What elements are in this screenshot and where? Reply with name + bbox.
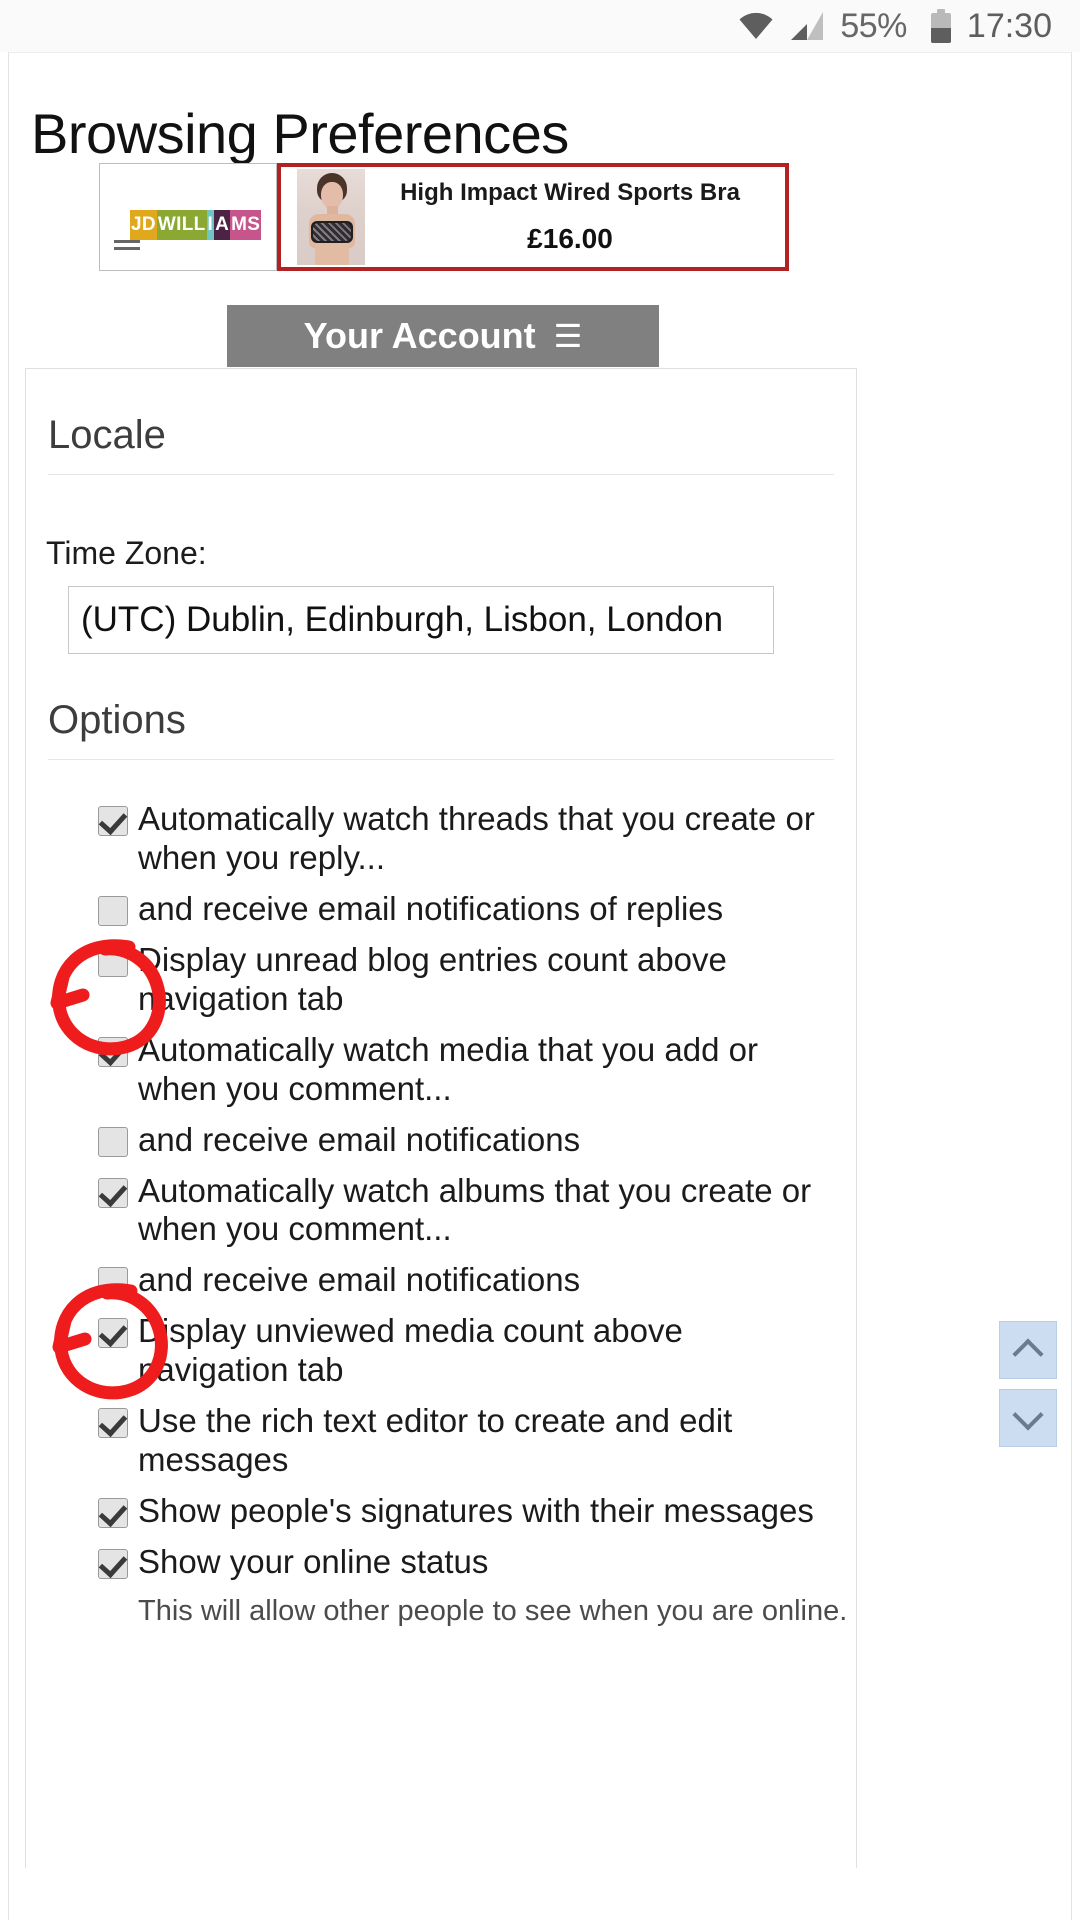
scroll-up-button[interactable] (999, 1321, 1057, 1379)
logo-segment: WILL (156, 210, 207, 240)
ad-product-title: High Impact Wired Sports Bra (400, 179, 740, 206)
option-row[interactable]: Automatically watch media that you add o… (26, 1031, 856, 1109)
option-label: Automatically watch media that you add o… (138, 1030, 758, 1107)
ad-product-panel[interactable]: High Impact Wired Sports Bra £16.00 (277, 163, 789, 271)
logo-segment: JD (130, 210, 157, 240)
your-account-button[interactable]: Your Account ☰ (227, 305, 659, 367)
timezone-select[interactable]: (UTC) Dublin, Edinburgh, Lisbon, London (68, 586, 774, 654)
jdwilliams-logo: JD WILL I A MS (130, 210, 262, 240)
option-row[interactable]: Show your online status (26, 1543, 856, 1582)
signal-icon (790, 11, 824, 41)
battery-icon (923, 9, 951, 43)
option-row[interactable]: Automatically watch albums that you crea… (26, 1172, 856, 1250)
your-account-label: Your Account (303, 315, 536, 356)
logo-segment: MS (230, 210, 262, 240)
option-label: Show your online status (138, 1543, 489, 1580)
ad-brand-panel[interactable]: JD WILL I A MS (99, 163, 277, 271)
option-label: Show people's signatures with their mess… (138, 1492, 814, 1530)
section-heading-options: Options (48, 698, 186, 742)
screen: 55% 17:30 Browsing Preferences JD WILL I… (0, 0, 1080, 1920)
wifi-icon (738, 12, 774, 40)
option-row[interactable]: and receive email notifications (26, 1261, 856, 1300)
option-label: Use the rich text editor to create and e… (138, 1402, 733, 1479)
option-row[interactable]: Display unread blog entries count above … (26, 941, 856, 1019)
menu-icon[interactable]: ☰ (554, 317, 583, 355)
scroll-down-button[interactable] (999, 1389, 1057, 1447)
option-description: This will allow other people to see when… (138, 1594, 848, 1627)
option-checkbox[interactable] (98, 1408, 128, 1439)
option-checkbox[interactable] (98, 1549, 128, 1579)
option-checkbox[interactable] (98, 806, 128, 836)
option-label: Automatically watch albums that you crea… (138, 1171, 812, 1248)
hamburger-icon[interactable] (114, 240, 140, 256)
option-label: and receive email notifications of repli… (138, 889, 724, 927)
advertisement-banner[interactable]: JD WILL I A MS High Impact Wired Sports … (99, 163, 789, 271)
section-heading-locale: Locale (48, 413, 166, 457)
option-label: Display unviewed media count above navig… (138, 1312, 683, 1389)
chevron-down-icon (1012, 1398, 1044, 1431)
battery-percent-label: 55% (840, 6, 907, 45)
option-row[interactable]: Show people's signatures with their mess… (26, 1492, 856, 1531)
option-row[interactable]: Display unviewed media count above navig… (26, 1312, 856, 1390)
options-list: Automatically watch threads that you cre… (26, 760, 856, 1629)
option-row[interactable]: and receive email notifications (26, 1121, 856, 1160)
settings-card: Locale Time Zone: (UTC) Dublin, Edinburg… (25, 368, 857, 1868)
product-thumbnail (297, 169, 365, 265)
option-checkbox[interactable] (98, 1498, 128, 1529)
option-checkbox[interactable] (98, 895, 128, 926)
status-bar: 55% 17:30 (0, 0, 1080, 52)
timezone-value: (UTC) Dublin, Edinburgh, Lisbon, London (81, 600, 724, 639)
page-title: Browsing Preferences (31, 102, 569, 165)
option-checkbox[interactable] (98, 1177, 128, 1208)
option-checkbox[interactable] (98, 946, 128, 977)
option-checkbox[interactable] (98, 1267, 128, 1298)
logo-segment: I (206, 210, 215, 240)
scroll-controls (999, 1321, 1057, 1457)
option-label: and receive email notifications (138, 1261, 581, 1299)
option-row[interactable]: Use the rich text editor to create and e… (26, 1402, 856, 1480)
option-row[interactable]: Automatically watch threads that you cre… (26, 800, 856, 878)
option-checkbox[interactable] (98, 1126, 128, 1157)
option-row[interactable]: and receive email notifications of repli… (26, 890, 856, 929)
option-label: and receive email notifications (138, 1120, 581, 1158)
option-label: Automatically watch threads that you cre… (138, 800, 815, 876)
browser-viewport: Browsing Preferences JD WILL I A MS High… (8, 52, 1072, 1920)
option-checkbox[interactable] (98, 1318, 128, 1349)
logo-segment: A (214, 210, 231, 240)
chevron-up-icon (1012, 1337, 1044, 1370)
ad-product-price: £16.00 (527, 223, 613, 254)
timezone-label: Time Zone: (46, 535, 207, 571)
option-checkbox[interactable] (98, 1036, 128, 1067)
clock-label: 17:30 (966, 6, 1052, 45)
option-label: Display unread blog entries count above … (138, 940, 727, 1017)
